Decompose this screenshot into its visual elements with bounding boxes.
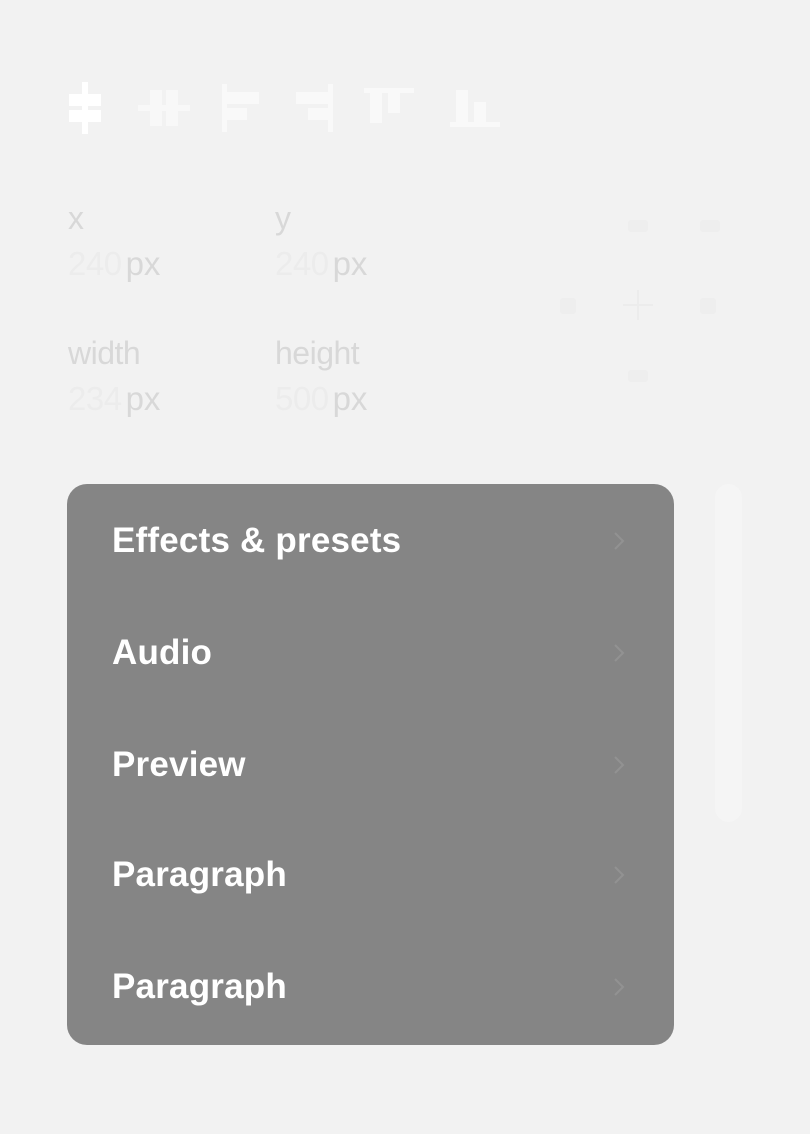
align-left-icon[interactable] bbox=[220, 80, 268, 136]
height-unit: px bbox=[332, 380, 368, 417]
x-label: x bbox=[68, 200, 84, 236]
height-label: height bbox=[275, 335, 360, 371]
width-label: width bbox=[68, 335, 141, 371]
y-unit: px bbox=[332, 245, 368, 282]
align-center-vertical-icon[interactable] bbox=[138, 80, 190, 136]
x-field[interactable]: x 240 px bbox=[68, 198, 248, 282]
menu-item-label: Paragraph bbox=[112, 855, 287, 894]
height-field[interactable]: height 500 px bbox=[275, 333, 455, 417]
corner-control[interactable] bbox=[560, 220, 720, 390]
chevron-right-icon bbox=[614, 866, 625, 884]
align-top-icon[interactable] bbox=[362, 80, 414, 136]
x-unit: px bbox=[125, 245, 161, 282]
align-bottom-icon[interactable] bbox=[448, 80, 500, 136]
menu-item-paragraph[interactable]: Paragraph bbox=[67, 820, 674, 930]
width-field[interactable]: width 234 px bbox=[68, 333, 248, 417]
alignment-toolbar bbox=[66, 80, 506, 136]
chevron-right-icon bbox=[614, 756, 625, 774]
align-right-icon[interactable] bbox=[292, 80, 340, 136]
width-value[interactable]: 234 bbox=[68, 380, 122, 417]
menu-item-label: Paragraph bbox=[112, 967, 287, 1006]
menu-item-paragraph[interactable]: Paragraph bbox=[67, 932, 674, 1042]
x-value[interactable]: 240 bbox=[68, 245, 122, 282]
context-menu: Effects & presets Audio Preview Paragrap… bbox=[67, 484, 674, 1045]
properties-panel: x 240 px y 240 px width 234 px height 500 px bbox=[0, 0, 810, 1134]
menu-item-effects-presets[interactable]: Effects & presets bbox=[67, 486, 674, 596]
menu-item-label: Effects & presets bbox=[112, 521, 402, 560]
width-unit: px bbox=[125, 380, 161, 417]
height-value[interactable]: 500 bbox=[275, 380, 329, 417]
scrollbar[interactable] bbox=[715, 484, 742, 822]
menu-item-label: Audio bbox=[112, 633, 213, 672]
menu-item-preview[interactable]: Preview bbox=[67, 710, 674, 820]
chevron-right-icon bbox=[614, 644, 625, 662]
menu-item-audio[interactable]: Audio bbox=[67, 598, 674, 708]
align-center-horizontal-icon[interactable] bbox=[66, 80, 114, 136]
y-value[interactable]: 240 bbox=[275, 245, 329, 282]
menu-item-label: Preview bbox=[112, 745, 246, 784]
chevron-right-icon bbox=[614, 978, 625, 996]
chevron-right-icon bbox=[614, 532, 625, 550]
y-field[interactable]: y 240 px bbox=[275, 198, 455, 282]
y-label: y bbox=[275, 200, 291, 236]
